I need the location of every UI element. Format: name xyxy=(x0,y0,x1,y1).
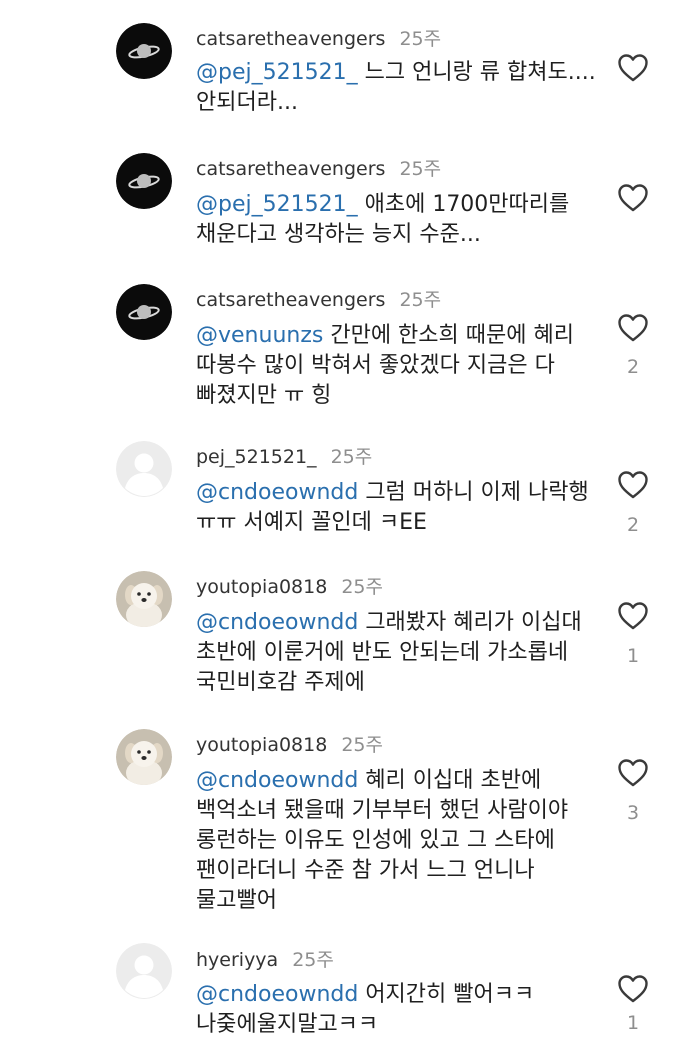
saturn-icon xyxy=(116,284,172,340)
like-button[interactable] xyxy=(617,53,649,83)
heart-icon xyxy=(618,602,648,630)
username[interactable]: hyeriyya xyxy=(196,949,278,971)
comment-text: @cndoeowndd 그럼 머하니 이제 나락행 ㅠㅠ 서예지 꼴인데 ㅋEE xyxy=(196,480,589,535)
avatar[interactable] xyxy=(116,284,172,340)
like-count: 2 xyxy=(626,514,640,536)
puppy-avatar xyxy=(116,729,172,785)
timestamp: 25주 xyxy=(330,446,373,468)
mention-link[interactable]: @cndoeowndd xyxy=(196,768,358,793)
saturn-icon xyxy=(116,23,172,79)
like-count: 1 xyxy=(626,645,640,667)
avatar[interactable] xyxy=(116,441,172,497)
like-count: 3 xyxy=(626,802,640,824)
timestamp: 25주 xyxy=(341,576,383,598)
timestamp: 25주 xyxy=(399,28,442,50)
like-button[interactable] xyxy=(617,183,649,213)
avatar[interactable] xyxy=(116,571,172,627)
heart-icon xyxy=(618,314,648,342)
like-button[interactable] xyxy=(617,470,649,500)
comment-text: @cndoeowndd 어지간히 빨어ㅋㅋ 나줒에울지말고ㅋㅋ xyxy=(196,982,535,1037)
avatar[interactable] xyxy=(116,729,172,785)
mention-link[interactable]: @pej_521521_ xyxy=(196,60,358,85)
puppy-avatar xyxy=(116,571,172,627)
timestamp: 25주 xyxy=(292,949,334,971)
timestamp: 25주 xyxy=(341,734,383,756)
comment-text: @pej_521521_ 애초에 1700만따리를 채운다고 생각하는 능지 수… xyxy=(196,192,570,247)
username[interactable]: catsaretheavengers xyxy=(196,28,385,50)
mention-link[interactable]: @pej_521521_ xyxy=(196,192,358,217)
mention-link[interactable]: @cndoeowndd xyxy=(196,480,358,505)
avatar[interactable] xyxy=(116,153,172,209)
heart-icon xyxy=(618,471,648,499)
mention-link[interactable]: @cndoeowndd xyxy=(196,610,358,635)
heart-icon xyxy=(618,184,648,212)
comment-text: @cndoeowndd 혜리 이십대 초반에 백억소녀 됐을때 기부부터 했던 … xyxy=(196,768,569,913)
default-avatar-icon xyxy=(116,943,172,999)
like-count: 2 xyxy=(626,356,640,378)
timestamp: 25주 xyxy=(399,158,442,180)
username[interactable]: pej_521521_ xyxy=(196,446,317,468)
saturn-icon xyxy=(116,153,172,209)
username[interactable]: catsaretheavengers xyxy=(196,289,385,311)
mention-link[interactable]: @cndoeowndd xyxy=(196,982,358,1007)
timestamp: 25주 xyxy=(399,289,442,311)
comment-text: @pej_521521_ 느그 언니랑 류 합쳐도.... 안되더라... xyxy=(196,60,596,115)
username[interactable]: youtopia0818 xyxy=(196,576,327,598)
like-button[interactable] xyxy=(617,974,649,1004)
like-button[interactable] xyxy=(617,601,649,631)
like-count: 1 xyxy=(626,1012,640,1034)
like-button[interactable] xyxy=(617,758,649,788)
avatar[interactable] xyxy=(116,943,172,999)
avatar[interactable] xyxy=(116,23,172,79)
username[interactable]: youtopia0818 xyxy=(196,734,327,756)
username[interactable]: catsaretheavengers xyxy=(196,158,385,180)
default-avatar-icon xyxy=(116,441,172,497)
comment-text: @venuunzs 간만에 한소희 때문에 혜리 따봉수 많이 박혀서 좋았겠다… xyxy=(196,323,574,408)
like-button[interactable] xyxy=(617,313,649,343)
heart-icon xyxy=(618,759,648,787)
heart-icon xyxy=(618,975,648,1003)
comment-text: @cndoeowndd 그래봤자 혜리가 이십대 초반에 이룬거에 반도 안되는… xyxy=(196,610,582,695)
heart-icon xyxy=(618,54,648,82)
mention-link[interactable]: @venuunzs xyxy=(196,323,323,348)
